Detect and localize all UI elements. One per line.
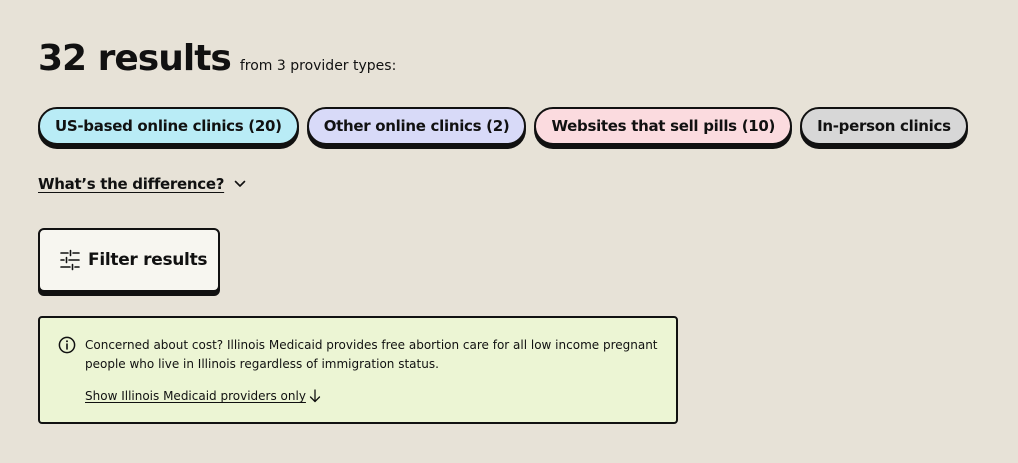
provider-type-filters: US-based online clinics (20) Other onlin…: [38, 107, 968, 145]
show-medicaid-providers-link[interactable]: Show Illinois Medicaid providers only: [85, 389, 321, 403]
filter-results-label: Filter results: [88, 250, 208, 270]
medicaid-notice: Concerned about cost? Illinois Medicaid …: [38, 316, 678, 424]
difference-label: What’s the difference?: [38, 175, 225, 193]
chevron-down-icon: [234, 180, 246, 188]
info-icon: [58, 336, 76, 354]
sliders-icon: [59, 249, 81, 271]
results-subtitle: from 3 provider types:: [239, 58, 397, 74]
filter-pill-websites-sell-pills[interactable]: Websites that sell pills (10): [534, 107, 793, 145]
filter-results-button[interactable]: Filter results: [38, 228, 220, 292]
notice-text: Concerned about cost? Illinois Medicaid …: [85, 338, 658, 371]
arrow-down-icon: [309, 389, 321, 403]
difference-toggle[interactable]: What’s the difference?: [38, 175, 246, 193]
filter-pill-us-online-clinics[interactable]: US-based online clinics (20): [38, 107, 299, 145]
filter-pill-other-online-clinics[interactable]: Other online clinics (2): [306, 107, 527, 145]
results-count: 32 results: [38, 38, 232, 79]
results-header: 32 results from 3 provider types:: [38, 38, 396, 79]
notice-link-label: Show Illinois Medicaid providers only: [85, 389, 306, 403]
filter-pill-in-person-clinics[interactable]: In-person clinics: [800, 107, 968, 145]
